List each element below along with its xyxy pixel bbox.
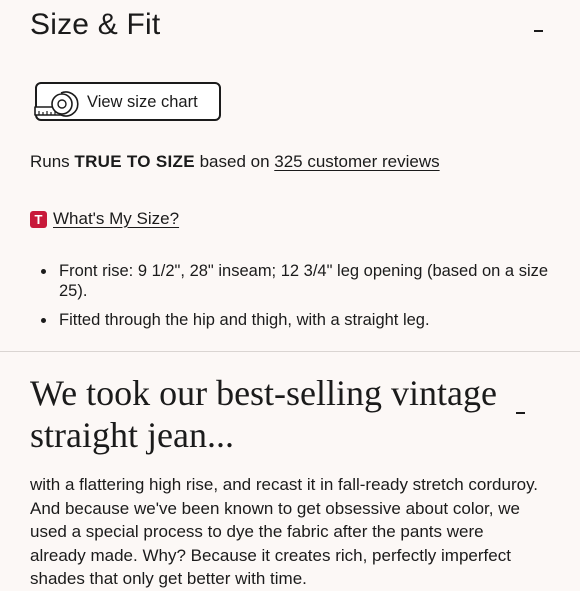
description-section: We took our best-selling vintage straigh…	[0, 352, 580, 588]
minus-icon	[516, 412, 525, 414]
whats-my-size-link[interactable]: What's My Size?	[53, 209, 179, 229]
fit-summary: Runs TRUE TO SIZE based on 325 customer …	[30, 150, 440, 174]
minus-icon	[534, 30, 543, 32]
size-fit-header[interactable]: Size & Fit	[30, 6, 550, 46]
size-fit-title: Size & Fit	[30, 8, 161, 41]
measuring-tape-icon	[34, 91, 79, 117]
description-body: with a flattering high rise, and recast …	[30, 475, 539, 588]
fit-rating: TRUE TO SIZE	[74, 152, 195, 171]
fit-details-list: Front rise: 9 1/2", 28" inseam; 12 3/4" …	[40, 261, 550, 339]
view-size-chart-label: View size chart	[87, 93, 198, 111]
customer-reviews-link[interactable]: 325 customer reviews	[274, 152, 439, 171]
whats-my-size: T What's My Size?	[30, 207, 179, 231]
size-fit-collapse-button[interactable]	[528, 6, 550, 44]
list-item: Front rise: 9 1/2", 28" inseam; 12 3/4" …	[40, 261, 550, 301]
size-fit-section: Size & Fit View size chart Runs TRUE TO …	[0, 0, 580, 352]
fit-summary-middle: based on	[199, 152, 270, 171]
list-item: Fitted through the hip and thigh, with a…	[40, 310, 550, 330]
description-title: We took our best-selling vintage straigh…	[30, 373, 497, 455]
description-collapse-button[interactable]	[510, 402, 532, 422]
t-badge-icon: T	[30, 210, 47, 228]
fit-summary-prefix: Runs	[30, 152, 70, 171]
view-size-chart-button[interactable]: View size chart	[34, 82, 221, 121]
